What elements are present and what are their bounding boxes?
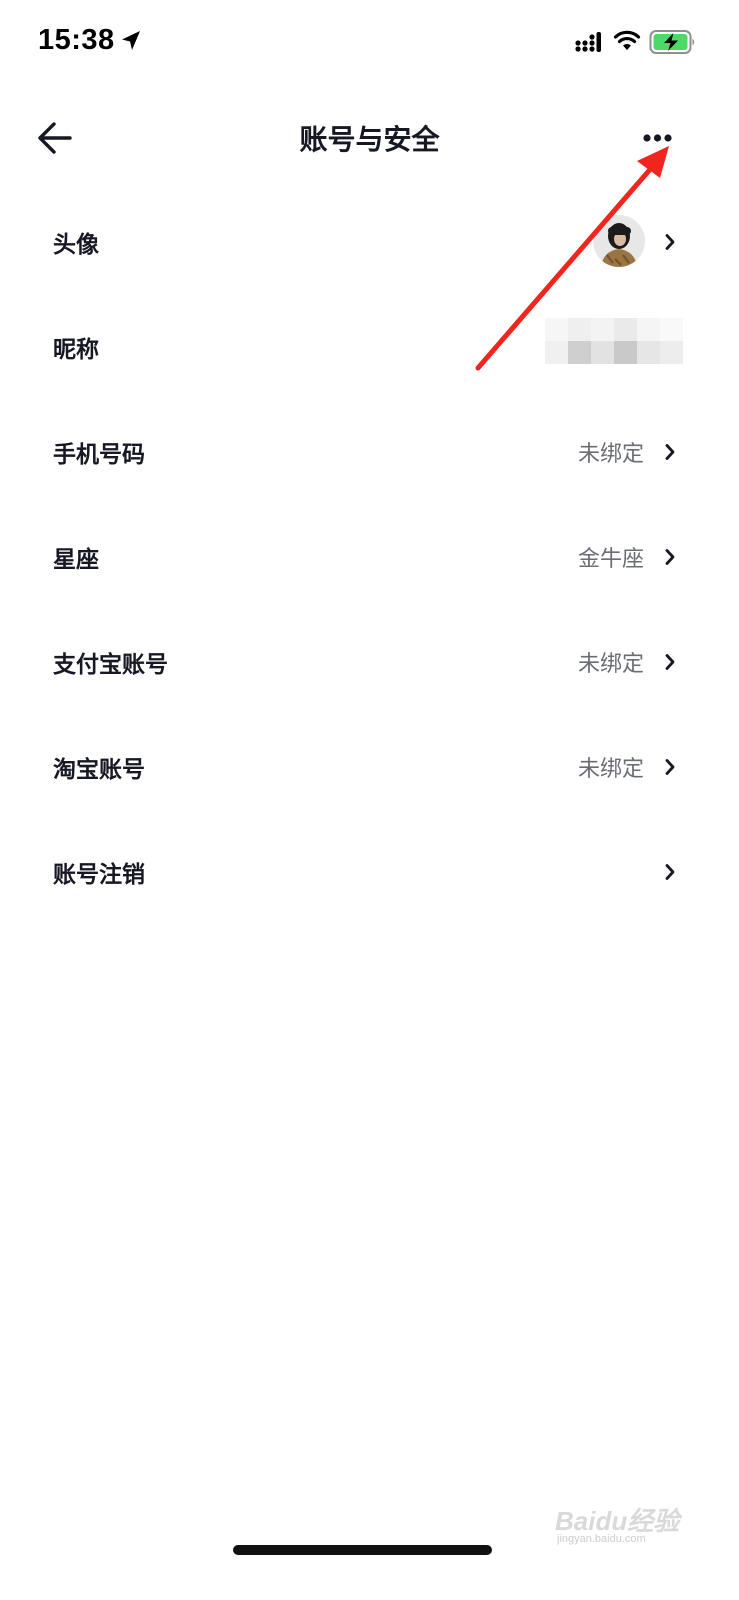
row-label-account-deletion: 账号注销: [53, 862, 145, 888]
chevron-right-icon: [665, 444, 675, 460]
avatar: [593, 215, 645, 267]
status-time: 15:38: [38, 24, 115, 56]
chevron-right-icon: [665, 654, 675, 670]
row-value-alipay: 未绑定: [577, 652, 644, 677]
watermark: Baidu经验 jingyan.baidu.com: [555, 1487, 705, 1547]
status-bar: 15:38: [0, 0, 739, 90]
wifi-icon: [613, 30, 641, 50]
row-taobao[interactable]: 淘宝账号 未绑定: [0, 714, 739, 819]
nickname-blurred-value: [545, 318, 683, 364]
row-value-phone: 未绑定: [577, 442, 644, 467]
row-label-alipay: 支付宝账号: [53, 652, 168, 678]
watermark-subtext: jingyan.baidu.com: [557, 1533, 646, 1545]
more-button[interactable]: [632, 120, 682, 156]
more-dots-icon: [643, 134, 672, 142]
chevron-right-icon: [665, 549, 675, 565]
home-indicator[interactable]: [233, 1545, 492, 1555]
row-value-zodiac: 金牛座: [577, 547, 644, 572]
signal-icon: [575, 32, 601, 52]
row-label-zodiac: 星座: [53, 547, 99, 573]
row-avatar[interactable]: 头像: [0, 189, 739, 294]
chevron-right-icon: [665, 759, 675, 775]
battery-charging-icon: [649, 30, 695, 54]
row-label-avatar: 头像: [53, 232, 99, 258]
row-value-taobao: 未绑定: [577, 757, 644, 782]
settings-list: 头像 昵称 手机号码 未绑定 星座 金牛座 支付宝账号 未绑定 淘宝账号 未绑定…: [0, 189, 739, 924]
row-phone[interactable]: 手机号码 未绑定: [0, 399, 739, 504]
row-zodiac[interactable]: 星座 金牛座: [0, 504, 739, 609]
row-label-taobao: 淘宝账号: [53, 757, 145, 783]
location-arrow-icon: [122, 31, 140, 50]
page-title: 账号与安全: [299, 123, 440, 156]
row-label-phone: 手机号码: [53, 442, 145, 468]
row-account-deletion[interactable]: 账号注销: [0, 819, 739, 924]
nav-bar: 账号与安全: [0, 100, 739, 176]
chevron-right-icon: [665, 234, 675, 250]
row-label-nickname: 昵称: [53, 337, 99, 363]
chevron-right-icon: [665, 864, 675, 880]
row-alipay[interactable]: 支付宝账号 未绑定: [0, 609, 739, 714]
